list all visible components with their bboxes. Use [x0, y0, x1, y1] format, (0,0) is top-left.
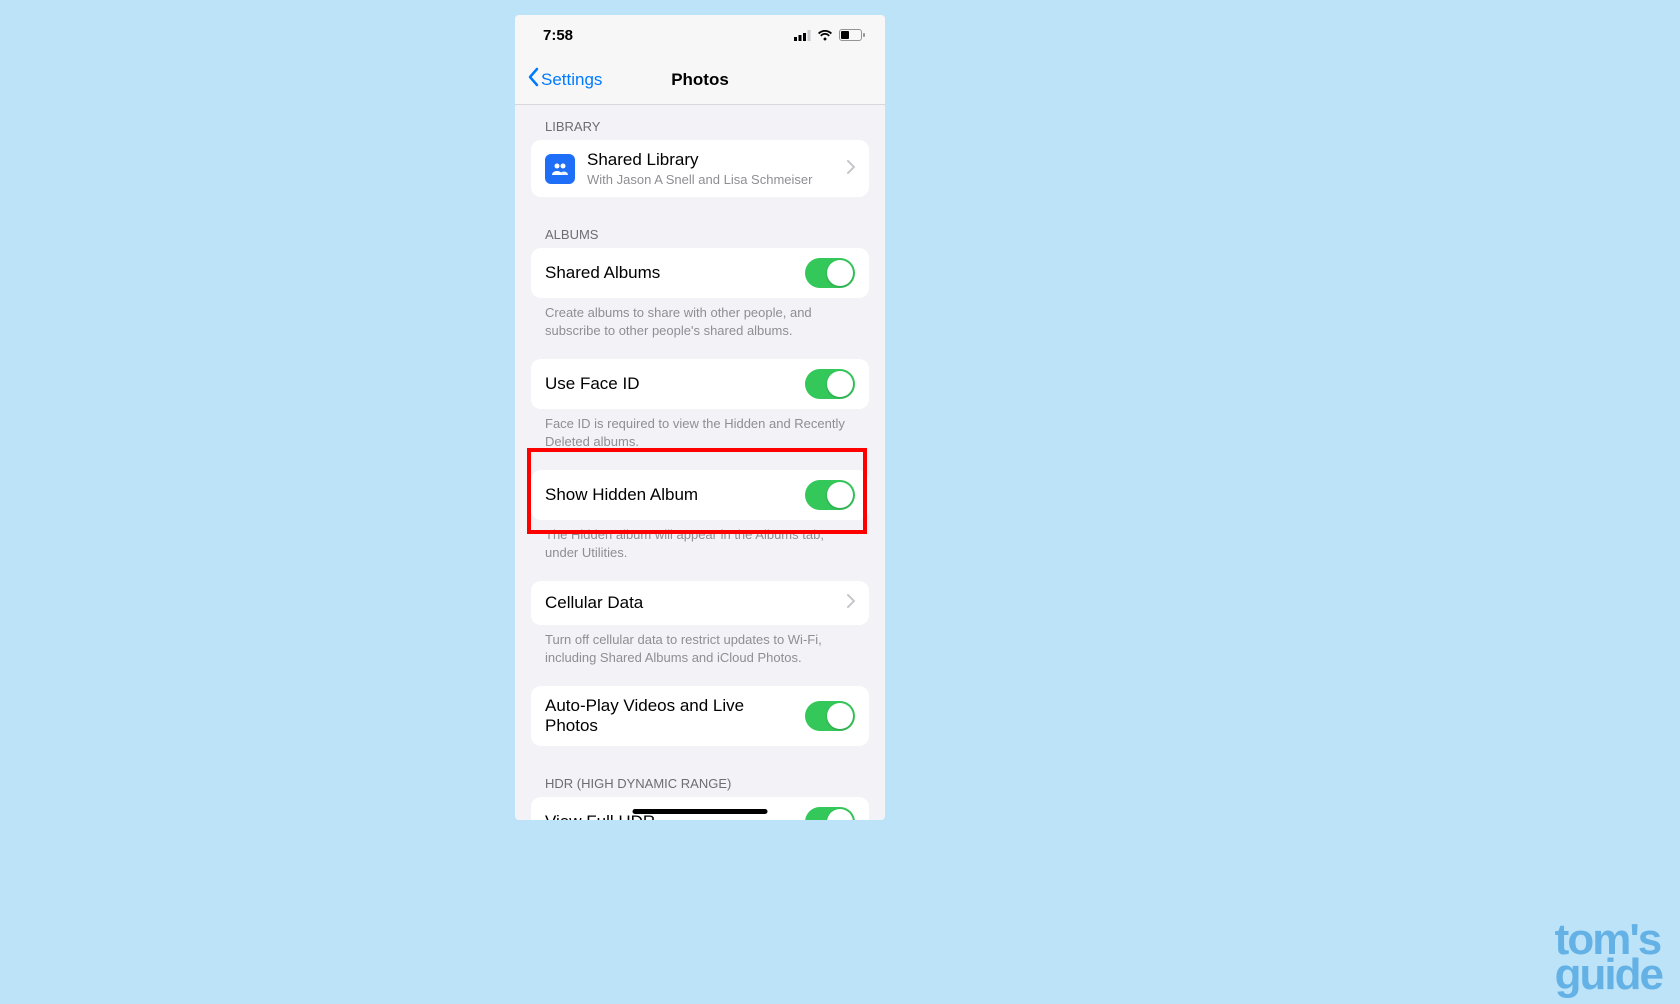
- settings-content: LIBRARY Shared Library With Jason A Snel…: [515, 105, 885, 820]
- status-icons: [794, 29, 865, 41]
- battery-icon: [839, 29, 865, 41]
- group-autoplay: Auto-Play Videos and Live Photos: [531, 686, 869, 746]
- footer-show-hidden: The Hidden album will appear in the Albu…: [515, 520, 885, 569]
- row-shared-library[interactable]: Shared Library With Jason A Snell and Li…: [531, 140, 869, 197]
- chevron-right-icon: [847, 593, 855, 613]
- group-library: Shared Library With Jason A Snell and Li…: [531, 140, 869, 197]
- row-cellular-data[interactable]: Cellular Data: [531, 581, 869, 625]
- section-header-hdr: HDR (HIGH DYNAMIC RANGE): [515, 746, 885, 797]
- toggle-autoplay[interactable]: [805, 701, 855, 731]
- group-face-id: Use Face ID: [531, 359, 869, 409]
- status-time: 7:58: [535, 27, 573, 44]
- group-shared-albums: Shared Albums: [531, 248, 869, 298]
- chevron-left-icon: [527, 67, 539, 92]
- phone-frame: 7:58 Settings Photos LIBRARY: [515, 15, 885, 820]
- use-face-id-label: Use Face ID: [545, 374, 793, 394]
- wifi-icon: [817, 29, 833, 41]
- cellular-icon: [794, 30, 811, 41]
- toggle-shared-albums[interactable]: [805, 258, 855, 288]
- nav-bar: Settings Photos: [515, 55, 885, 105]
- watermark-line2: guide: [1555, 957, 1662, 992]
- back-button[interactable]: Settings: [527, 67, 602, 92]
- row-shared-albums[interactable]: Shared Albums: [531, 248, 869, 298]
- autoplay-label: Auto-Play Videos and Live Photos: [545, 696, 793, 736]
- shared-library-subtitle: With Jason A Snell and Lisa Schmeiser: [587, 172, 835, 187]
- row-use-face-id[interactable]: Use Face ID: [531, 359, 869, 409]
- group-cellular-data: Cellular Data: [531, 581, 869, 625]
- home-indicator[interactable]: [633, 809, 768, 814]
- toggle-view-full-hdr[interactable]: [805, 807, 855, 820]
- toggle-show-hidden-album[interactable]: [805, 480, 855, 510]
- shared-library-icon: [545, 154, 575, 184]
- footer-shared-albums: Create albums to share with other people…: [515, 298, 885, 347]
- shared-library-title: Shared Library: [587, 150, 835, 170]
- toggle-use-face-id[interactable]: [805, 369, 855, 399]
- row-autoplay[interactable]: Auto-Play Videos and Live Photos: [531, 686, 869, 746]
- section-header-albums: ALBUMS: [515, 197, 885, 248]
- group-show-hidden: Show Hidden Album: [531, 470, 869, 520]
- shared-albums-label: Shared Albums: [545, 263, 793, 283]
- chevron-right-icon: [847, 159, 855, 179]
- status-bar: 7:58: [515, 15, 885, 55]
- watermark: tom's guide: [1555, 922, 1662, 992]
- back-label: Settings: [541, 70, 602, 90]
- section-header-library: LIBRARY: [515, 105, 885, 140]
- row-show-hidden-album[interactable]: Show Hidden Album: [531, 470, 869, 520]
- cellular-data-label: Cellular Data: [545, 593, 835, 613]
- footer-use-face-id: Face ID is required to view the Hidden a…: [515, 409, 885, 458]
- show-hidden-label: Show Hidden Album: [545, 485, 793, 505]
- footer-cellular-data: Turn off cellular data to restrict updat…: [515, 625, 885, 674]
